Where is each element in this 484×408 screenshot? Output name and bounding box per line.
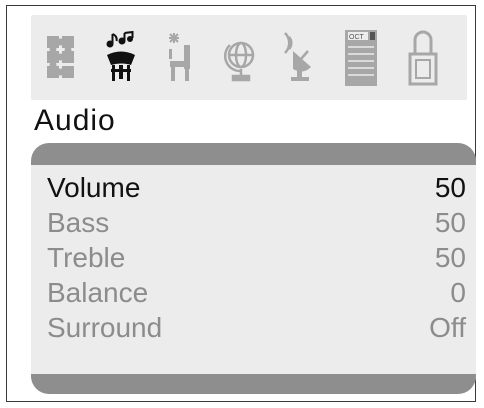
setting-label: Bass xyxy=(47,207,110,238)
panel-bottom-bar xyxy=(31,374,476,394)
satellite-dish-icon[interactable] xyxy=(281,25,321,91)
setting-value: 50 xyxy=(434,242,466,273)
setting-value: 0 xyxy=(450,277,466,308)
setup-chair-icon[interactable] xyxy=(161,25,201,91)
globe-icon[interactable] xyxy=(221,25,261,91)
setting-label: Balance xyxy=(47,277,149,308)
setting-row-volume[interactable]: Volume 50 xyxy=(31,170,476,205)
setting-value: 50 xyxy=(434,207,466,238)
setting-label: Treble xyxy=(47,242,126,273)
setting-value: Off xyxy=(429,312,466,343)
setting-label: Volume xyxy=(47,172,141,203)
settings-list: Volume 50 Bass 50 Treble 50 Balance 0 Su… xyxy=(31,170,476,345)
lock-icon[interactable] xyxy=(403,25,443,91)
setting-row-surround[interactable]: Surround Off xyxy=(31,310,476,345)
menu-icon-bar: OCT xyxy=(31,15,467,100)
audio-music-icon[interactable] xyxy=(101,25,141,91)
setting-value: 50 xyxy=(434,172,466,203)
channel-list-icon[interactable]: OCT xyxy=(341,25,381,91)
setting-row-bass[interactable]: Bass 50 xyxy=(31,205,476,240)
picture-puzzle-icon[interactable] xyxy=(41,25,81,91)
panel-top-bar xyxy=(31,143,476,165)
setting-row-balance[interactable]: Balance 0 xyxy=(31,275,476,310)
setting-row-treble[interactable]: Treble 50 xyxy=(31,240,476,275)
setting-label: Surround xyxy=(47,312,163,343)
page-title: Audio xyxy=(34,104,116,137)
channel-badge-text: OCT xyxy=(349,34,365,41)
audio-settings-panel: Volume 50 Bass 50 Treble 50 Balance 0 Su… xyxy=(31,143,476,394)
